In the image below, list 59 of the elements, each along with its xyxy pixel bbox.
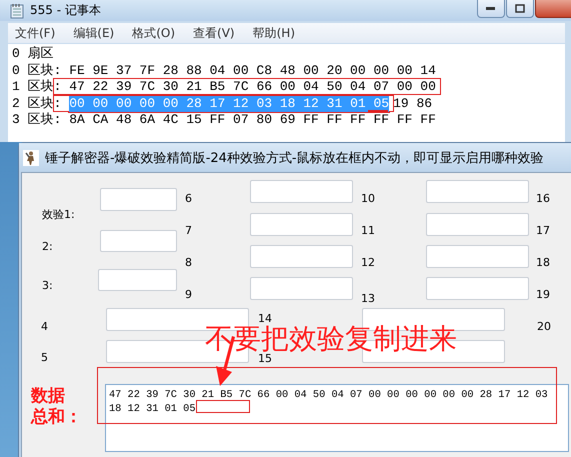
minimize-button[interactable]	[477, 0, 505, 18]
maximize-icon	[515, 4, 525, 13]
input-field[interactable]	[98, 269, 177, 291]
field-label: 20	[537, 320, 551, 333]
input-field[interactable]	[250, 213, 353, 236]
field-label: 10	[361, 192, 375, 205]
field-label: 15	[258, 352, 272, 365]
window-title: 锤子解密器-爆破效验精简版-24种效验方式-鼠标放在框内不动，即可显示启用哪种效验	[45, 150, 544, 166]
minimize-icon	[486, 6, 496, 10]
text-line: 0 区块: FE 9E 37 7F 28 88 04 00 C8 48 00 20 00 00 00 14	[12, 62, 436, 78]
text-line: :	[54, 96, 62, 110]
input-field[interactable]	[426, 245, 529, 268]
text-line: 0 扇区	[12, 46, 54, 61]
menu-item[interactable]: 帮助(H)	[252, 24, 295, 42]
field-label: 7	[185, 224, 192, 237]
input-field[interactable]	[426, 277, 529, 300]
text-line: 3 区块: 8A CA 48 6A 4C 15 FF 07 80 69 FF FF FF FF FF FF	[12, 112, 436, 127]
field-label: 17	[536, 224, 550, 237]
input-field[interactable]	[250, 180, 353, 203]
menu-item[interactable]: 查看(V)	[193, 24, 235, 42]
field-label: 效验1:	[42, 207, 75, 222]
menu-item[interactable]: 编辑(E)	[73, 24, 114, 42]
field-label: 8	[185, 256, 192, 269]
field-label: 14	[258, 312, 272, 325]
close-button[interactable]	[535, 0, 571, 18]
text-line: 19 86	[393, 96, 432, 110]
input-field[interactable]	[250, 277, 353, 300]
input-field[interactable]: 47 22 39 7C 30 21 B5 7C 66 00 04 50 04 07 00 00 00 00 00 00 28 17 12 03 18 12 31 01 05	[105, 384, 569, 452]
selected-text: 00 00 00 00 00 28 17 12 03 18 12 31 01 05	[69, 96, 390, 112]
text-line: 1 区块	[12, 79, 54, 94]
field-label: 3:	[42, 279, 53, 292]
field-label: 13	[361, 292, 375, 305]
figure-icon	[23, 150, 39, 166]
input-field[interactable]	[426, 213, 529, 236]
field-label: 9	[185, 288, 192, 301]
field-label: 数据	[31, 386, 66, 407]
annotation-text: 不要把效验复制进来	[205, 325, 457, 353]
input-field[interactable]	[426, 180, 529, 203]
notepad-icon	[10, 2, 24, 18]
field-label: 5	[41, 351, 48, 364]
menu-item[interactable]: 文件(F)	[15, 24, 56, 42]
text-line: : 47 22 39 7C 30 21 B5 7C 66 00 04 50 04 07 00 00	[54, 79, 436, 94]
field-label: 16	[536, 192, 550, 205]
text-line: 2 区块	[12, 96, 54, 110]
underline-mark	[368, 110, 388, 112]
field-label: 12	[361, 256, 375, 269]
input-field[interactable]	[100, 188, 177, 211]
field-label: 18	[536, 256, 550, 269]
input-field[interactable]	[250, 245, 353, 268]
field-label: 19	[536, 288, 550, 301]
field-label: 4	[41, 320, 48, 333]
field-label: 6	[185, 192, 192, 205]
field-label: 11	[361, 224, 375, 237]
menu-item[interactable]: 格式(O)	[132, 24, 176, 42]
field-label: 总和：	[31, 407, 82, 428]
maximize-button[interactable]	[506, 0, 534, 18]
input-field[interactable]	[100, 230, 177, 252]
window-title: 555 - 记事本	[30, 2, 101, 19]
field-label: 2:	[42, 240, 53, 253]
